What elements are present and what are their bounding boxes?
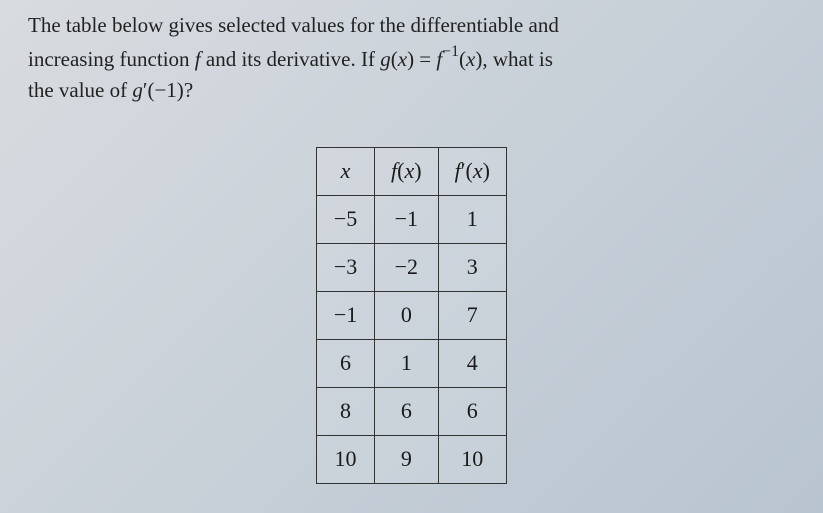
x-variable-2: x: [466, 47, 475, 71]
cell-fx: 6: [375, 387, 439, 435]
header-fprimex: f′(x): [438, 147, 506, 195]
cell-x: 8: [317, 387, 375, 435]
table-row: 6 1 4: [317, 339, 507, 387]
paren-open: (: [391, 47, 398, 71]
question-line2-part2: and its derivative. If: [201, 47, 381, 71]
cell-fx: −2: [375, 243, 439, 291]
cell-fpx: 4: [438, 339, 506, 387]
question-line1: The table below gives selected values fo…: [28, 13, 559, 37]
cell-fx: 9: [375, 435, 439, 483]
question-text: The table below gives selected values fo…: [28, 10, 795, 107]
table-row: 10 9 10: [317, 435, 507, 483]
x-variable: x: [398, 47, 407, 71]
paren-close-eq: ) =: [407, 47, 436, 71]
cell-fpx: 3: [438, 243, 506, 291]
g-variable-2: g: [132, 78, 143, 102]
cell-fx: 1: [375, 339, 439, 387]
g-variable: g: [380, 47, 391, 71]
cell-fx: −1: [375, 195, 439, 243]
cell-x: −1: [317, 291, 375, 339]
cell-x: 10: [317, 435, 375, 483]
cell-fpx: 1: [438, 195, 506, 243]
cell-fx: 0: [375, 291, 439, 339]
question-line2-part1: increasing function: [28, 47, 195, 71]
header-fx: f(x): [375, 147, 439, 195]
neg-one-arg: (−1): [147, 78, 183, 102]
table-container: x f(x) f′(x) −5 −1 1 −3 −2 3 −1 0 7 6 1 …: [28, 147, 795, 484]
question-line3-part1: the value of: [28, 78, 132, 102]
inverse-superscript: −1: [442, 43, 459, 60]
question-line2-part3: , what is: [482, 47, 553, 71]
cell-fpx: 6: [438, 387, 506, 435]
cell-fpx: 7: [438, 291, 506, 339]
table-row: −5 −1 1: [317, 195, 507, 243]
cell-x: −3: [317, 243, 375, 291]
table-row: −1 0 7: [317, 291, 507, 339]
cell-fpx: 10: [438, 435, 506, 483]
paren-open-2: (: [459, 47, 466, 71]
cell-x: −5: [317, 195, 375, 243]
cell-x: 6: [317, 339, 375, 387]
table-header-row: x f(x) f′(x): [317, 147, 507, 195]
table-row: −3 −2 3: [317, 243, 507, 291]
question-mark: ?: [184, 78, 193, 102]
header-x: x: [317, 147, 375, 195]
table-row: 8 6 6: [317, 387, 507, 435]
function-values-table: x f(x) f′(x) −5 −1 1 −3 −2 3 −1 0 7 6 1 …: [316, 147, 507, 484]
